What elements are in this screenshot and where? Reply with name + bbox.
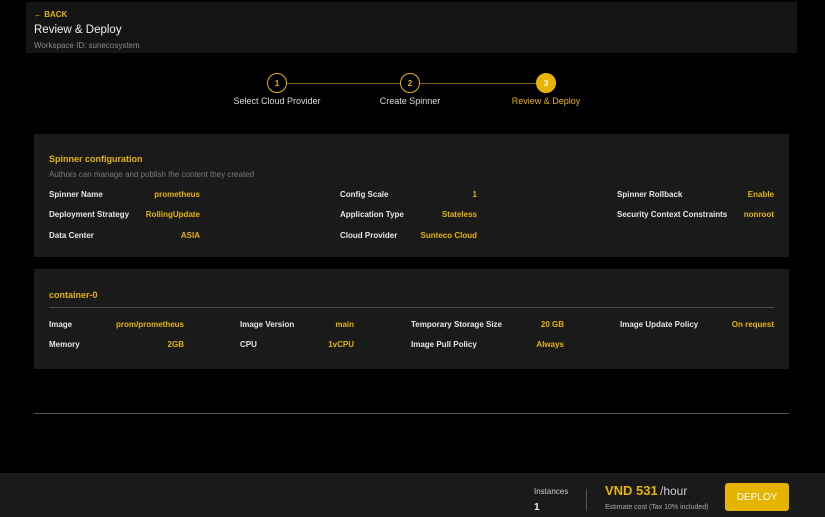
- field-value: 1: [472, 190, 477, 199]
- instances-value: 1: [534, 502, 540, 513]
- step-2-circle[interactable]: 2: [400, 73, 420, 93]
- field-value: On request: [731, 320, 774, 329]
- back-link[interactable]: ← BACK: [34, 10, 67, 19]
- estimate-note: Estimate cost (Tax 10% included): [605, 504, 709, 511]
- field-label: Data Center: [49, 231, 94, 240]
- footer-bar: Instances 1 VND 531 /hour Estimate cost …: [0, 473, 825, 517]
- field-label: Temporary Storage Size: [411, 320, 502, 329]
- field-value: Stateless: [441, 210, 477, 219]
- step-3-label: Review & Deploy: [511, 96, 581, 106]
- field-value: 1vCPU: [328, 340, 354, 349]
- card-title: container-0: [49, 290, 98, 300]
- page-header: ← BACK Review & Deploy Workspace ID: sun…: [26, 2, 797, 53]
- field-value: Always: [536, 340, 564, 349]
- field-value: ASIA: [180, 231, 200, 240]
- field-label: Security Context Constraints: [617, 210, 728, 219]
- divider: [34, 413, 789, 414]
- card-subtitle: Authors can manage and publish the conte…: [49, 170, 255, 179]
- instances-label: Instances: [534, 487, 569, 496]
- field-label: Spinner Rollback: [617, 190, 683, 199]
- field-value: prom/prometheus: [115, 320, 184, 329]
- field-value: 20 GB: [540, 320, 564, 329]
- price-unit: /hour: [659, 484, 688, 498]
- step-connector: [287, 83, 400, 84]
- container-card: container-0 Image prom/prometheus Image …: [34, 269, 789, 369]
- price-value: VND 531: [605, 483, 658, 498]
- step-1-label: Select Cloud Provider: [233, 96, 321, 106]
- field-label: Image: [49, 320, 73, 329]
- price: VND 531 /hour: [605, 483, 687, 498]
- field-label: Image Version: [240, 320, 295, 329]
- workspace-id: Workspace ID: sunecosystem: [34, 41, 140, 50]
- field-value: RollingUpdate: [145, 210, 200, 219]
- page-title: Review & Deploy: [34, 24, 122, 36]
- spinner-config-card: Spinner configuration Authors can manage…: [34, 134, 789, 257]
- field-label: Cloud Provider: [340, 231, 398, 240]
- step-connector: [420, 83, 536, 84]
- field-value: Sunteco Cloud: [420, 231, 477, 240]
- field-value: Enable: [747, 190, 774, 199]
- field-label: Spinner Name: [49, 190, 103, 199]
- step-1-circle[interactable]: 1: [267, 73, 287, 93]
- field-value: prometheus: [154, 190, 200, 199]
- field-value: 2GB: [167, 340, 184, 349]
- field-label: Image Pull Policy: [411, 340, 477, 349]
- field-label: CPU: [240, 340, 257, 349]
- field-label: Config Scale: [340, 190, 389, 199]
- step-2-label: Create Spinner: [379, 96, 441, 106]
- divider: [49, 307, 774, 308]
- deploy-button[interactable]: DEPLOY: [725, 483, 789, 511]
- step-3-circle[interactable]: 3: [536, 73, 556, 93]
- field-value: main: [335, 320, 354, 329]
- card-title: Spinner configuration: [49, 154, 143, 164]
- field-value: nonroot: [743, 210, 774, 219]
- field-label: Memory: [49, 340, 80, 349]
- separator: [586, 489, 587, 511]
- field-label: Deployment Strategy: [49, 210, 130, 219]
- field-label: Application Type: [340, 210, 404, 219]
- field-label: Image Update Policy: [620, 320, 699, 329]
